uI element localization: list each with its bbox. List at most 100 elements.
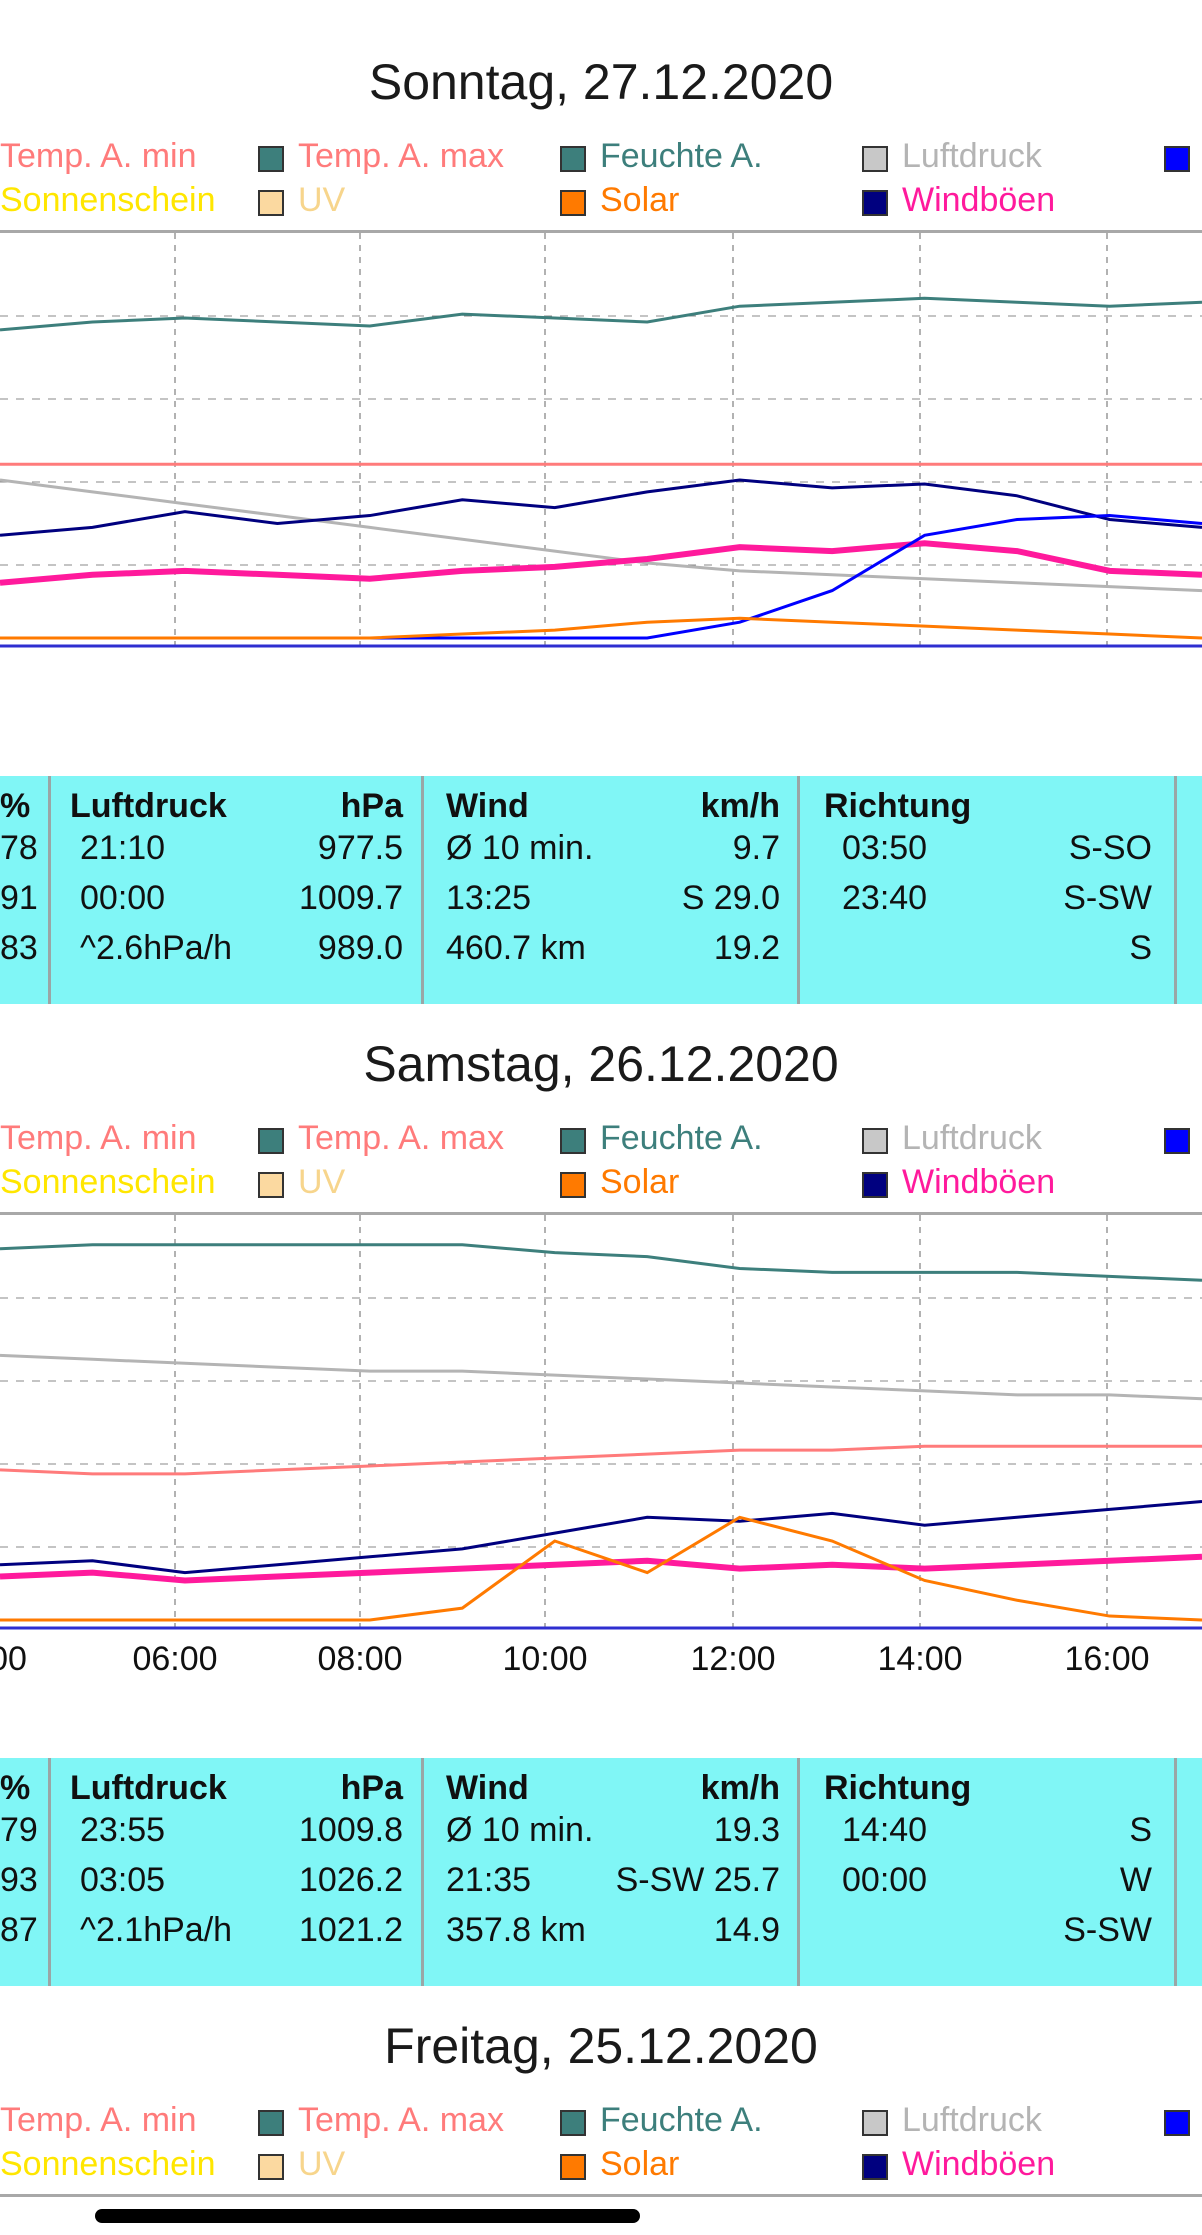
legend-item: Feuchte A. — [560, 2100, 763, 2140]
stat-cell: S-SO — [1068, 829, 1152, 867]
legend-item: Solar — [560, 2144, 679, 2184]
series-line — [0, 514, 1202, 640]
stat-cell: hPa — [340, 787, 403, 825]
stat-cell: 19.2 — [713, 929, 780, 967]
legend-swatch — [862, 2154, 888, 2180]
x-tick-label: 00 — [0, 1640, 27, 1678]
stat-cell: ^2.1hPa/h — [80, 1911, 233, 1949]
series-line — [0, 1353, 1202, 1401]
stats-panel-2: % 79 93 87 Luftdruck hPa 23:55 1009.8 03:05 1026.… — [0, 1758, 1202, 1986]
stat-cell: W — [1119, 1861, 1152, 1899]
legend-label: Temp. A. max — [298, 137, 504, 175]
column-separator — [48, 1758, 51, 1986]
home-indicator[interactable] — [95, 2209, 640, 2223]
legend-label: Luftdruck — [902, 137, 1042, 175]
legend-label: Feuchte A. — [600, 1119, 763, 1157]
series-line — [0, 1553, 1202, 1584]
stat-cell: S-SW — [1063, 879, 1152, 917]
stat-cell: hPa — [340, 1769, 403, 1807]
stat-cell: 91 — [0, 879, 38, 917]
legend-label: Feuchte A. — [600, 137, 763, 175]
legend-label: Solar — [600, 181, 680, 219]
legend-label: Temp. A. min — [0, 2101, 197, 2139]
legend-label: Sonnenschein — [0, 1163, 216, 1201]
stat-cell: Wind — [446, 1769, 529, 1807]
legend-item: UV — [258, 2144, 345, 2184]
legend-label: Temp. A. max — [298, 2101, 504, 2139]
stat-cell: Ø 10 min. — [446, 1811, 594, 1849]
legend-label: Temp. A. min — [0, 137, 197, 175]
x-tick-label: 16:00 — [1064, 1640, 1149, 1678]
legend-label: Windböen — [902, 2145, 1056, 2183]
day-title: Sonntag, 27.12.2020 — [368, 54, 834, 110]
legend-swatch — [862, 146, 888, 172]
series-line — [0, 1444, 1202, 1476]
legend-item: Luftdruck — [862, 1118, 1042, 1158]
stat-cell: 00:00 — [842, 1861, 928, 1899]
legend-swatch — [560, 2110, 586, 2136]
stat-cell: Richtung — [824, 787, 972, 825]
legend-item: Temp. A. min — [0, 136, 197, 176]
legend-label: Sonnenschein — [0, 181, 216, 219]
legend-swatch — [258, 2154, 284, 2180]
legend-label: UV — [298, 1163, 346, 1201]
day-title: Samstag, 26.12.2020 — [363, 1036, 839, 1092]
stat-cell: 14.9 — [713, 1911, 780, 1949]
legend-swatch — [1164, 146, 1190, 172]
stat-cell: 23:55 — [80, 1811, 166, 1849]
legend-swatch — [560, 1172, 586, 1198]
column-separator — [1174, 776, 1177, 1004]
stat-cell: 1009.7 — [299, 879, 403, 917]
stat-cell: 1021.2 — [299, 1911, 403, 1949]
series-line — [0, 296, 1202, 332]
series-line — [0, 478, 1202, 537]
stat-cell: 460.7 km — [446, 929, 586, 967]
legend-swatch — [560, 190, 586, 216]
legend-item — [1164, 2100, 1202, 2140]
legend-item: Solar — [560, 180, 679, 220]
stat-cell: 14:40 — [842, 1811, 928, 1849]
stat-cell: 79 — [0, 1811, 38, 1849]
legend-item: Sonnenschein — [0, 180, 216, 220]
column-separator — [421, 776, 424, 1004]
stat-cell: 19.3 — [713, 1811, 780, 1849]
legend-swatch — [258, 146, 284, 172]
stat-cell: Wind — [446, 787, 529, 825]
stat-cell: 87 — [0, 1911, 38, 1949]
stat-cell: km/h — [700, 787, 780, 825]
stat-cell: 83 — [0, 929, 38, 967]
legend-swatch — [862, 2110, 888, 2136]
legend-label: Feuchte A. — [600, 2101, 763, 2139]
legend-swatch — [258, 2110, 284, 2136]
stat-cell: % — [0, 787, 31, 825]
legend-label: Luftdruck — [902, 1119, 1042, 1157]
stat-cell: km/h — [700, 1769, 780, 1807]
stat-cell: ^2.6hPa/h — [80, 929, 233, 967]
x-tick-label: 10:00 — [502, 1640, 587, 1678]
column-separator — [1174, 1758, 1177, 1986]
legend-item: Luftdruck — [862, 136, 1042, 176]
legend-item: Temp. A. max — [258, 2100, 504, 2140]
chart-svg-2: 00 06:00 08:00 10:00 12:00 14:00 16:00 — [0, 1215, 1202, 1678]
stat-cell: Ø 10 min. — [446, 829, 594, 867]
legend-swatch — [1164, 2110, 1190, 2136]
stat-cell: 03:50 — [842, 829, 928, 867]
legend-item: Windböen — [862, 2144, 1055, 2184]
series-line — [0, 616, 1202, 640]
legend-item: Windböen — [862, 1162, 1055, 1202]
legend-item — [1164, 136, 1202, 176]
legend-item: Sonnenschein — [0, 2144, 216, 2184]
stat-cell: S — [1129, 929, 1152, 967]
stat-cell: S — [1129, 1811, 1152, 1849]
legend-item: Sonnenschein — [0, 1162, 216, 1202]
legend-swatch — [862, 1128, 888, 1154]
legend-label: Windböen — [902, 1163, 1056, 1201]
legend-label: Solar — [600, 1163, 680, 1201]
column-separator — [797, 1758, 800, 1986]
chart-plot-1 — [0, 230, 1202, 648]
stat-cell: 13:25 — [446, 879, 532, 917]
legend-swatch — [258, 1128, 284, 1154]
stat-cell: S-SW 25.7 — [615, 1861, 780, 1899]
x-tick-label: 08:00 — [317, 1640, 402, 1678]
stat-cell: Luftdruck — [70, 787, 227, 825]
